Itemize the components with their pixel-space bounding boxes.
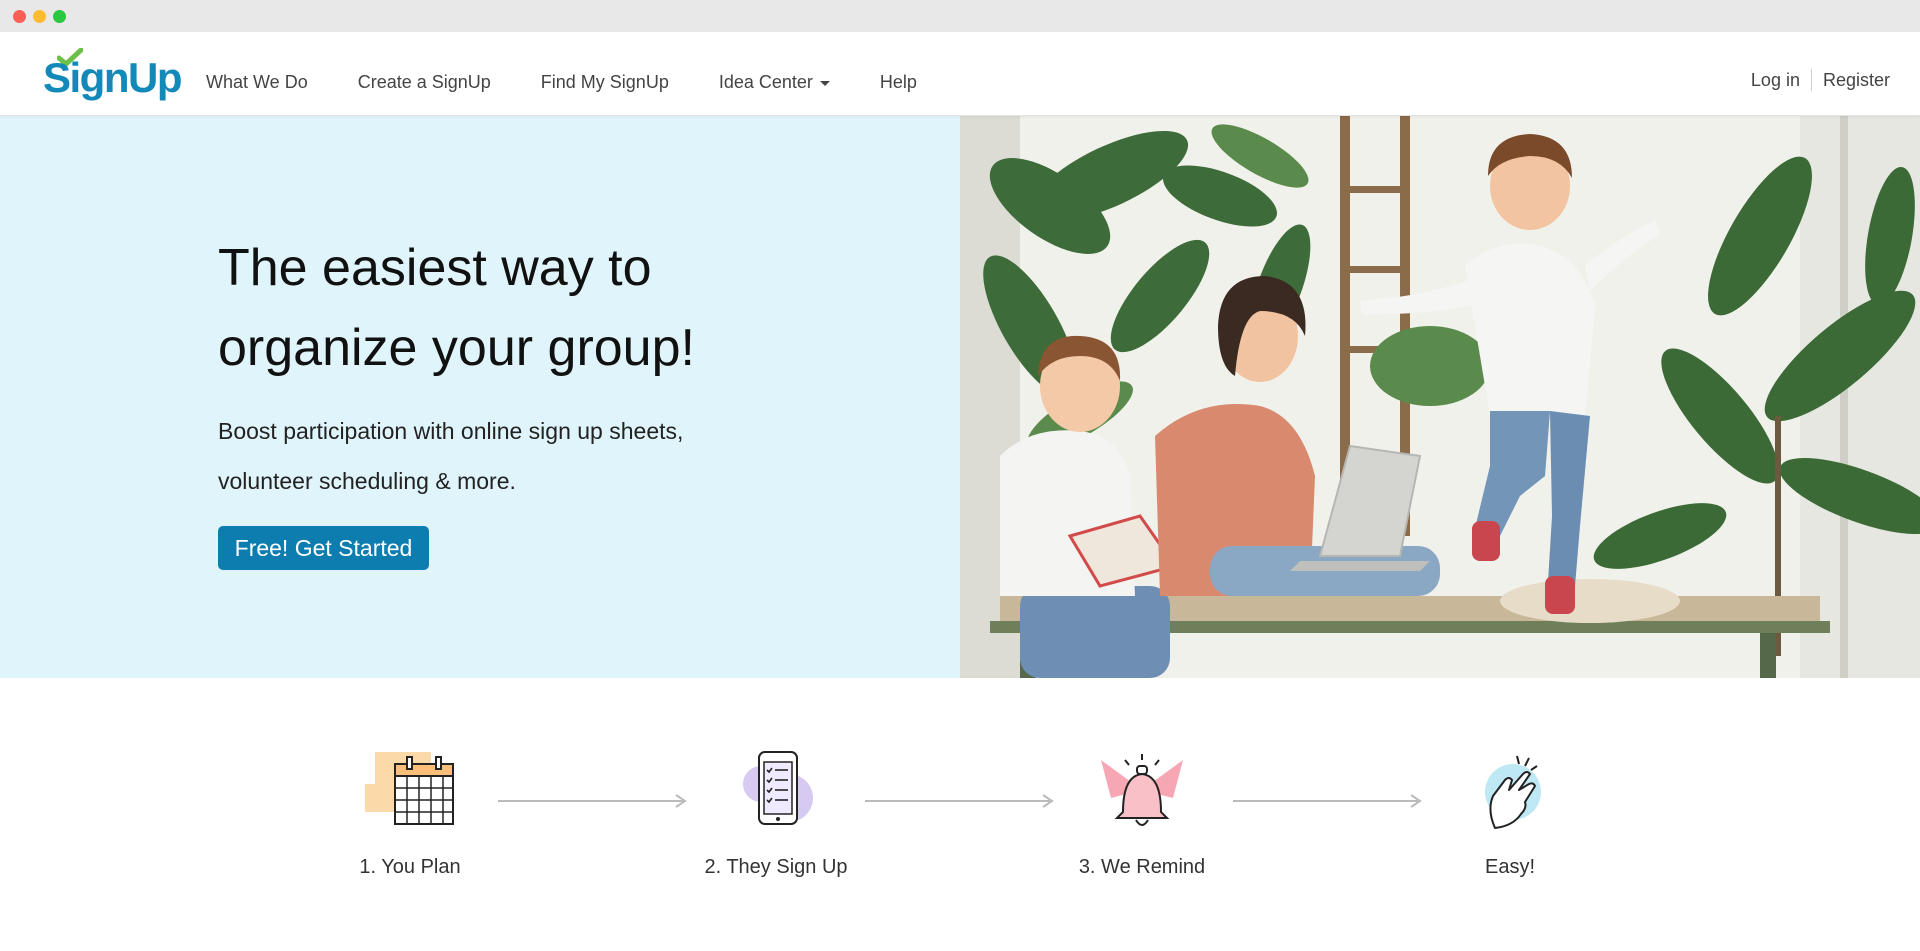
get-started-button[interactable]: Free! Get Started (218, 526, 429, 570)
hero-subtitle: Boost participation with online sign up … (218, 406, 818, 506)
nav-idea-center-label: Idea Center (718, 72, 813, 92)
arrow-right-icon (1233, 794, 1422, 808)
hero-title: The easiest way to organize your group! (218, 228, 918, 388)
phone-checklist-icon (731, 750, 821, 840)
finger-snap-icon (1465, 750, 1555, 840)
step-we-remind: 3. We Remind (1052, 750, 1232, 879)
hero-section: The easiest way to organize your group! … (0, 116, 960, 678)
step-you-plan: 1. You Plan (320, 750, 500, 879)
caret-down-icon (819, 81, 830, 86)
hero-photo (960, 116, 1920, 678)
maximize-window-button[interactable] (53, 10, 66, 23)
signup-logo[interactable]: SignUp (43, 48, 182, 102)
hero-title-line1: The easiest way to (218, 239, 652, 297)
nav-create-signup[interactable]: Create a SignUp (358, 72, 491, 93)
minimize-window-button[interactable] (33, 10, 46, 23)
arrow-right-icon (498, 794, 687, 808)
nav-what-we-do[interactable]: What We Do (206, 72, 308, 93)
calendar-icon (365, 750, 455, 840)
step-label: Easy! (1484, 856, 1536, 878)
how-it-works: 1. You Plan 2. They Sign Up 3. We Remind… (0, 678, 1920, 951)
logo-text: SignUp (43, 54, 182, 101)
hero-title-line2: organize your group! (218, 319, 695, 377)
step-label: 2. They Sign Up (704, 856, 848, 878)
window-titlebar (0, 0, 1920, 32)
register-link[interactable]: Register (1823, 70, 1890, 91)
hero-subtitle-line1: Boost participation with online sign up … (218, 418, 684, 444)
site-header: SignUp What We Do Create a SignUp Find M… (0, 32, 1920, 116)
step-label: 3. We Remind (1078, 856, 1206, 878)
nav-help[interactable]: Help (880, 72, 917, 93)
hero-subtitle-line2: volunteer scheduling & more. (218, 468, 516, 494)
main-nav: What We Do Create a SignUp Find My SignU… (206, 72, 967, 93)
login-link[interactable]: Log in (1751, 70, 1800, 91)
step-label: 1. You Plan (359, 856, 461, 878)
nav-find-my-signup[interactable]: Find My SignUp (541, 72, 669, 93)
auth-links: Log in Register (1751, 69, 1890, 91)
step-they-sign-up: 2. They Sign Up (686, 750, 866, 879)
arrow-right-icon (865, 794, 1054, 808)
step-easy: Easy! (1420, 750, 1600, 879)
auth-divider (1810, 69, 1812, 91)
family-photo-illustration (960, 116, 1920, 678)
nav-idea-center[interactable]: Idea Center (719, 72, 830, 93)
close-window-button[interactable] (13, 10, 26, 23)
bell-icon (1097, 750, 1187, 840)
